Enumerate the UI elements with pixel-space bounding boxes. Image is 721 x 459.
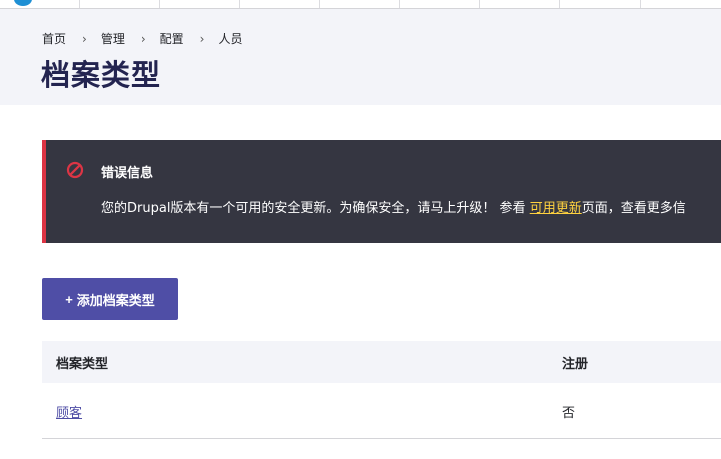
error-body: 您的Drupal版本有一个可用的安全更新。为确保安全，请马上升级！ 参看 可用更… — [101, 197, 686, 216]
profile-types-table: 档案类型 注册 顾客 否 — [42, 341, 721, 439]
breadcrumb-item-admin[interactable]: 管理 — [101, 30, 125, 47]
table-header: 档案类型 注册 — [42, 341, 721, 383]
page-title: 档案类型 — [41, 58, 162, 92]
breadcrumb: 首页 › 管理 › 配置 › 人员 — [42, 30, 243, 47]
registration-cell: 否 — [562, 406, 576, 421]
profile-type-link[interactable]: 顾客 — [56, 406, 82, 421]
toolbar-tab[interactable] — [240, 0, 320, 8]
error-circle-icon — [66, 161, 84, 179]
error-title: 错误信息 — [101, 166, 154, 181]
admin-toolbar — [0, 0, 721, 9]
add-profile-type-button[interactable]: + 添加档案类型 — [42, 278, 178, 320]
page-header: 首页 › 管理 › 配置 › 人员 档案类型 — [0, 9, 721, 105]
toolbar-tab[interactable] — [80, 0, 160, 8]
toolbar-tab[interactable] — [560, 0, 641, 8]
breadcrumb-separator: › — [140, 31, 146, 46]
breadcrumb-item-home[interactable]: 首页 — [42, 30, 66, 47]
toolbar-tab[interactable] — [0, 0, 80, 8]
toolbar-tab[interactable] — [160, 0, 240, 8]
error-body-text-end: 页面，查看更多信 — [581, 201, 686, 216]
column-header-registration: 注册 — [562, 356, 589, 372]
breadcrumb-separator: › — [82, 31, 87, 46]
toolbar-tab[interactable] — [400, 0, 480, 8]
breadcrumb-item-people[interactable]: 人员 — [218, 30, 242, 47]
column-header-type: 档案类型 — [56, 356, 109, 372]
table-row: 顾客 否 — [42, 383, 721, 439]
error-message: 错误信息 您的Drupal版本有一个可用的安全更新。为确保安全，请马上升级！ 参… — [42, 140, 721, 243]
available-updates-link[interactable]: 可用更新 — [530, 201, 582, 216]
plus-icon: + — [65, 291, 73, 307]
error-body-text: 您的Drupal版本有一个可用的安全更新。为确保安全，请马上升级！ 参看 — [101, 201, 530, 216]
breadcrumb-separator: › — [199, 31, 205, 46]
toolbar-tab[interactable] — [480, 0, 560, 8]
breadcrumb-item-config[interactable]: 配置 — [160, 30, 184, 47]
profile-type-cell: 顾客 — [56, 402, 82, 421]
add-profile-type-label: 添加档案类型 — [76, 292, 155, 308]
toolbar-tab[interactable] — [320, 0, 400, 8]
